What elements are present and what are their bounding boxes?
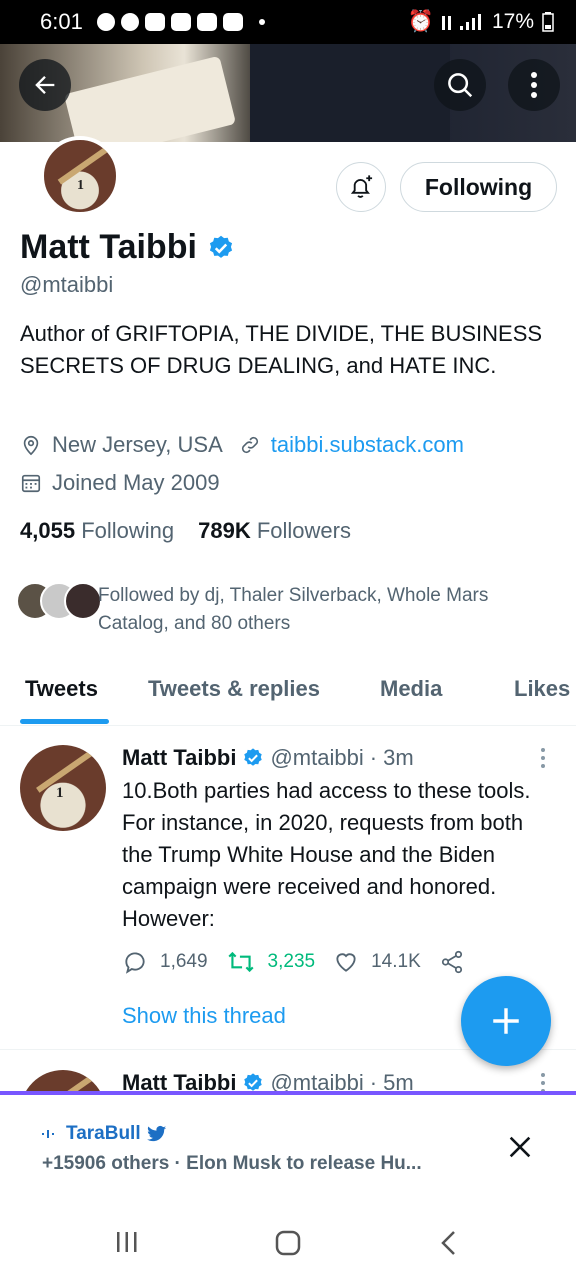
notification-banner[interactable]: TaraBull +15906 others · Elon Musk to re… (0, 1095, 576, 1205)
retweet-icon (228, 951, 254, 973)
avatar (64, 582, 102, 620)
arrow-left-icon (35, 76, 55, 94)
tab-likes[interactable]: Likes (514, 676, 570, 702)
notification-user: TaraBull (42, 1123, 167, 1145)
search-icon (448, 73, 473, 98)
retweet-count: 3,235 (267, 951, 316, 972)
following-count-link[interactable]: 4,055 Following (20, 518, 174, 544)
back-icon[interactable] (438, 1229, 460, 1257)
profile-name-text: Matt Taibbi (20, 228, 197, 266)
recent-apps-icon[interactable] (114, 1229, 140, 1255)
profile-banner (0, 44, 576, 142)
twitter-bird-icon (146, 1125, 166, 1142)
followed-by-avatars[interactable] (16, 582, 102, 620)
tab-tweets-replies[interactable]: Tweets & replies (148, 676, 320, 702)
profile-name: Matt Taibbi (20, 228, 235, 267)
battery-percent: 17% (491, 10, 534, 33)
more-notifications-dot (258, 19, 265, 25)
link-icon (239, 434, 261, 456)
tweet-actions: 1,649 3,235 14.1K (122, 949, 483, 975)
signal-icon (441, 14, 481, 30)
youtube-icon (196, 13, 217, 31)
calendar-icon (20, 472, 42, 494)
tab-media[interactable]: Media (380, 676, 442, 702)
youtube-icon (170, 13, 191, 31)
compose-tweet-button[interactable] (461, 976, 551, 1066)
tweet-text: 10.Both parties had access to these tool… (122, 778, 531, 931)
share-icon (441, 950, 462, 974)
facebook-icon (96, 13, 115, 31)
profile-joined-row: Joined May 2009 (20, 470, 220, 496)
like-button[interactable]: 14.1K (333, 949, 421, 975)
reply-icon (125, 952, 145, 974)
battery-icon (542, 12, 554, 32)
profile-handle: @mtaibbi (20, 272, 114, 297)
notification-user-name: TaraBull (66, 1123, 141, 1144)
search-button[interactable] (434, 59, 486, 111)
profile-avatar[interactable]: 1 (40, 136, 120, 216)
heart-icon (336, 953, 356, 972)
profile-tabs: Tweets Tweets & replies Media Likes (0, 660, 576, 726)
more-options-button[interactable] (508, 59, 560, 111)
profile-meta-row: New Jersey, USA taibbi.substack.com (20, 432, 464, 458)
notify-bell-button[interactable] (336, 162, 386, 212)
like-count: 14.1K (371, 951, 421, 972)
back-button[interactable] (19, 59, 71, 111)
tweet-avatar[interactable]: 1 (20, 745, 106, 831)
active-tab-indicator (20, 719, 109, 724)
following-button[interactable]: Following (400, 162, 557, 212)
followers-count-link[interactable]: 789K Followers (198, 518, 351, 544)
profile-location: New Jersey, USA (52, 432, 223, 457)
verified-badge-icon (244, 748, 263, 766)
plus-icon (493, 1008, 519, 1034)
alarm-icon: ⏰ (407, 10, 434, 33)
youtube-icon (222, 13, 243, 31)
reply-button[interactable]: 1,649 (122, 949, 208, 975)
verified-badge-icon (209, 235, 232, 258)
share-button[interactable] (439, 949, 465, 975)
profile-website-link[interactable]: taibbi.substack.com (271, 432, 464, 458)
notification-icons (96, 13, 265, 31)
reply-count: 1,649 (160, 951, 208, 972)
bell-plus-icon (350, 175, 373, 198)
activity-icon (42, 1130, 54, 1138)
show-thread-link[interactable]: Show this thread (122, 1003, 286, 1029)
profile-joined: Joined May 2009 (52, 470, 220, 495)
youtube-icon (144, 13, 165, 31)
close-icon[interactable] (506, 1133, 534, 1161)
status-bar: 6:01 ⏰ 17% (0, 0, 576, 44)
tweet-timestamp: · 3m (369, 745, 414, 770)
tweet-author-name: Matt Taibbi (122, 745, 237, 770)
retweet-button[interactable]: 3,235 (226, 949, 316, 975)
notification-text: +15906 others · Elon Musk to release Hu.… (42, 1153, 422, 1174)
tweet-more-icon[interactable] (538, 747, 548, 769)
tab-tweets[interactable]: Tweets (25, 676, 98, 702)
follow-counts: 4,055 Following 789K Followers (20, 518, 351, 544)
system-navigation-bar (0, 1205, 576, 1280)
profile-bio: Author of GRIFTOPIA, THE DIVIDE, THE BUS… (20, 321, 543, 378)
tweet-header: Matt Taibbi @mtaibbi · 3m (122, 745, 414, 771)
status-right: ⏰ 17% (408, 10, 554, 34)
more-vertical-icon (531, 72, 537, 98)
location-icon (20, 434, 42, 456)
home-icon[interactable] (274, 1229, 302, 1257)
tweet-author-handle: @mtaibbi (270, 745, 364, 770)
facebook-icon (120, 13, 139, 31)
status-time: 6:01 (40, 9, 83, 34)
followed-by-text[interactable]: Followed by dj, Thaler Silverback, Whole… (98, 582, 558, 638)
